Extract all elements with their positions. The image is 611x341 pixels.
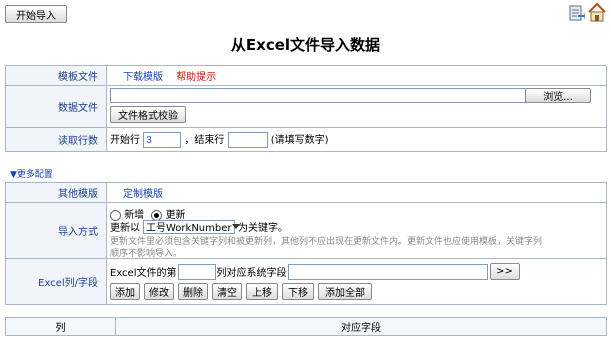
delete-button[interactable]: 删除 bbox=[178, 283, 208, 300]
file-path-input[interactable] bbox=[110, 88, 526, 103]
other-template-label: 其他模版 bbox=[5, 182, 107, 203]
start-import-button[interactable]: 开始导入 bbox=[5, 5, 67, 23]
column-map-label: Excel列/字段 bbox=[5, 258, 107, 305]
key-field-select[interactable]: 工号WorkNumber bbox=[143, 219, 240, 234]
key-field-value: 工号WorkNumber bbox=[146, 223, 232, 234]
export-icon[interactable] bbox=[569, 4, 585, 22]
data-file-label: 数据文件 bbox=[5, 85, 107, 128]
excel-column-input[interactable] bbox=[177, 263, 216, 280]
update-note-line2: 顺序不影响导入。 bbox=[110, 249, 183, 259]
import-mode-label: 导入方式 bbox=[5, 202, 107, 259]
validate-format-button[interactable]: 文件格式校验 bbox=[110, 106, 186, 123]
template-file-label: 模板文件 bbox=[5, 65, 107, 86]
as-key-label: 为关键字。 bbox=[238, 223, 288, 234]
mapping-field-header: 对应字段 bbox=[115, 317, 607, 336]
add-all-button[interactable]: 添加全部 bbox=[318, 283, 372, 300]
mapping-col-header: 列 bbox=[5, 317, 116, 336]
custom-template-link[interactable]: 定制模版 bbox=[123, 189, 163, 200]
go-button[interactable]: >> bbox=[489, 263, 520, 280]
system-field-input[interactable] bbox=[287, 263, 488, 280]
col-suffix-label: 列对应系统字段 bbox=[216, 268, 287, 279]
start-row-input[interactable] bbox=[143, 132, 182, 148]
help-link[interactable]: 帮助提示 bbox=[176, 72, 216, 83]
end-row-input[interactable] bbox=[227, 132, 268, 148]
page-title: 从Excel文件导入数据 bbox=[230, 36, 381, 54]
read-rows-label: 读取行数 bbox=[5, 127, 107, 152]
update-by-label: 更新以 bbox=[110, 223, 140, 234]
edit-button[interactable]: 修改 bbox=[144, 283, 174, 300]
home-icon[interactable] bbox=[587, 2, 607, 22]
add-button[interactable]: 添加 bbox=[110, 283, 140, 300]
clear-button[interactable]: 清空 bbox=[212, 283, 242, 300]
move-up-button[interactable]: 上移 bbox=[246, 283, 278, 300]
move-down-button[interactable]: 下移 bbox=[282, 283, 314, 300]
excel-col-prefix: Excel文件的第 bbox=[110, 268, 177, 279]
end-row-label: ，结束行 bbox=[184, 135, 225, 146]
browse-button[interactable]: 浏览... bbox=[525, 88, 591, 103]
download-template-link[interactable]: 下载模版 bbox=[123, 72, 163, 83]
number-hint: (请填写数字) bbox=[270, 135, 329, 146]
more-config-toggle[interactable]: ▼更多配置 bbox=[10, 167, 53, 180]
start-row-label: 开始行 bbox=[110, 135, 140, 146]
